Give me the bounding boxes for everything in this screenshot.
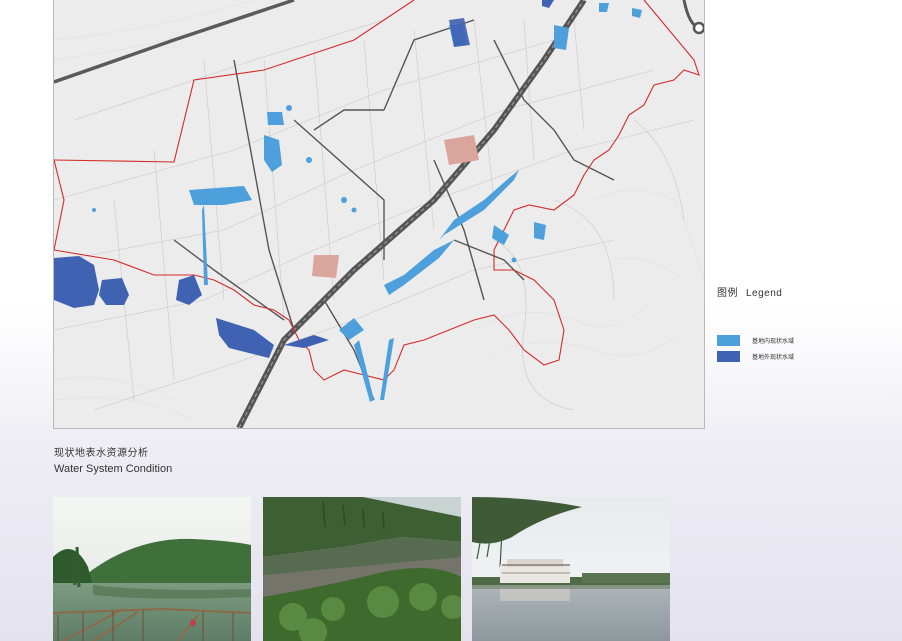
legend-title: 图例 Legend (717, 284, 877, 299)
caption-english: Water System Condition (54, 463, 173, 475)
photo-lakeside-building (472, 497, 670, 641)
photo-lake-with-dock (53, 497, 251, 641)
water-system-map[interactable] (53, 0, 705, 429)
legend-item-water-inside: 基地内现状水域 (717, 335, 794, 346)
legend-label-water-inside: 基地内现状水域 (752, 339, 795, 345)
building (500, 559, 570, 583)
legend-label-water-outside: 基地外现状水域 (752, 355, 795, 361)
water-outside-swatch (717, 351, 740, 362)
map-legend: 图例 Legend 基地内现状水域 基地外现状水域 (717, 284, 877, 362)
legend-item-water-outside: 基地外现状水域 (717, 351, 794, 362)
caption-chinese: 现状地表水资源分析 (54, 448, 149, 459)
legend-title-cn: 图例 (717, 288, 738, 299)
roundabout (692, 21, 704, 35)
photo-river-with-reeds (263, 497, 461, 641)
water-inside-swatch (717, 335, 740, 346)
legend-title-en: Legend (746, 288, 783, 299)
